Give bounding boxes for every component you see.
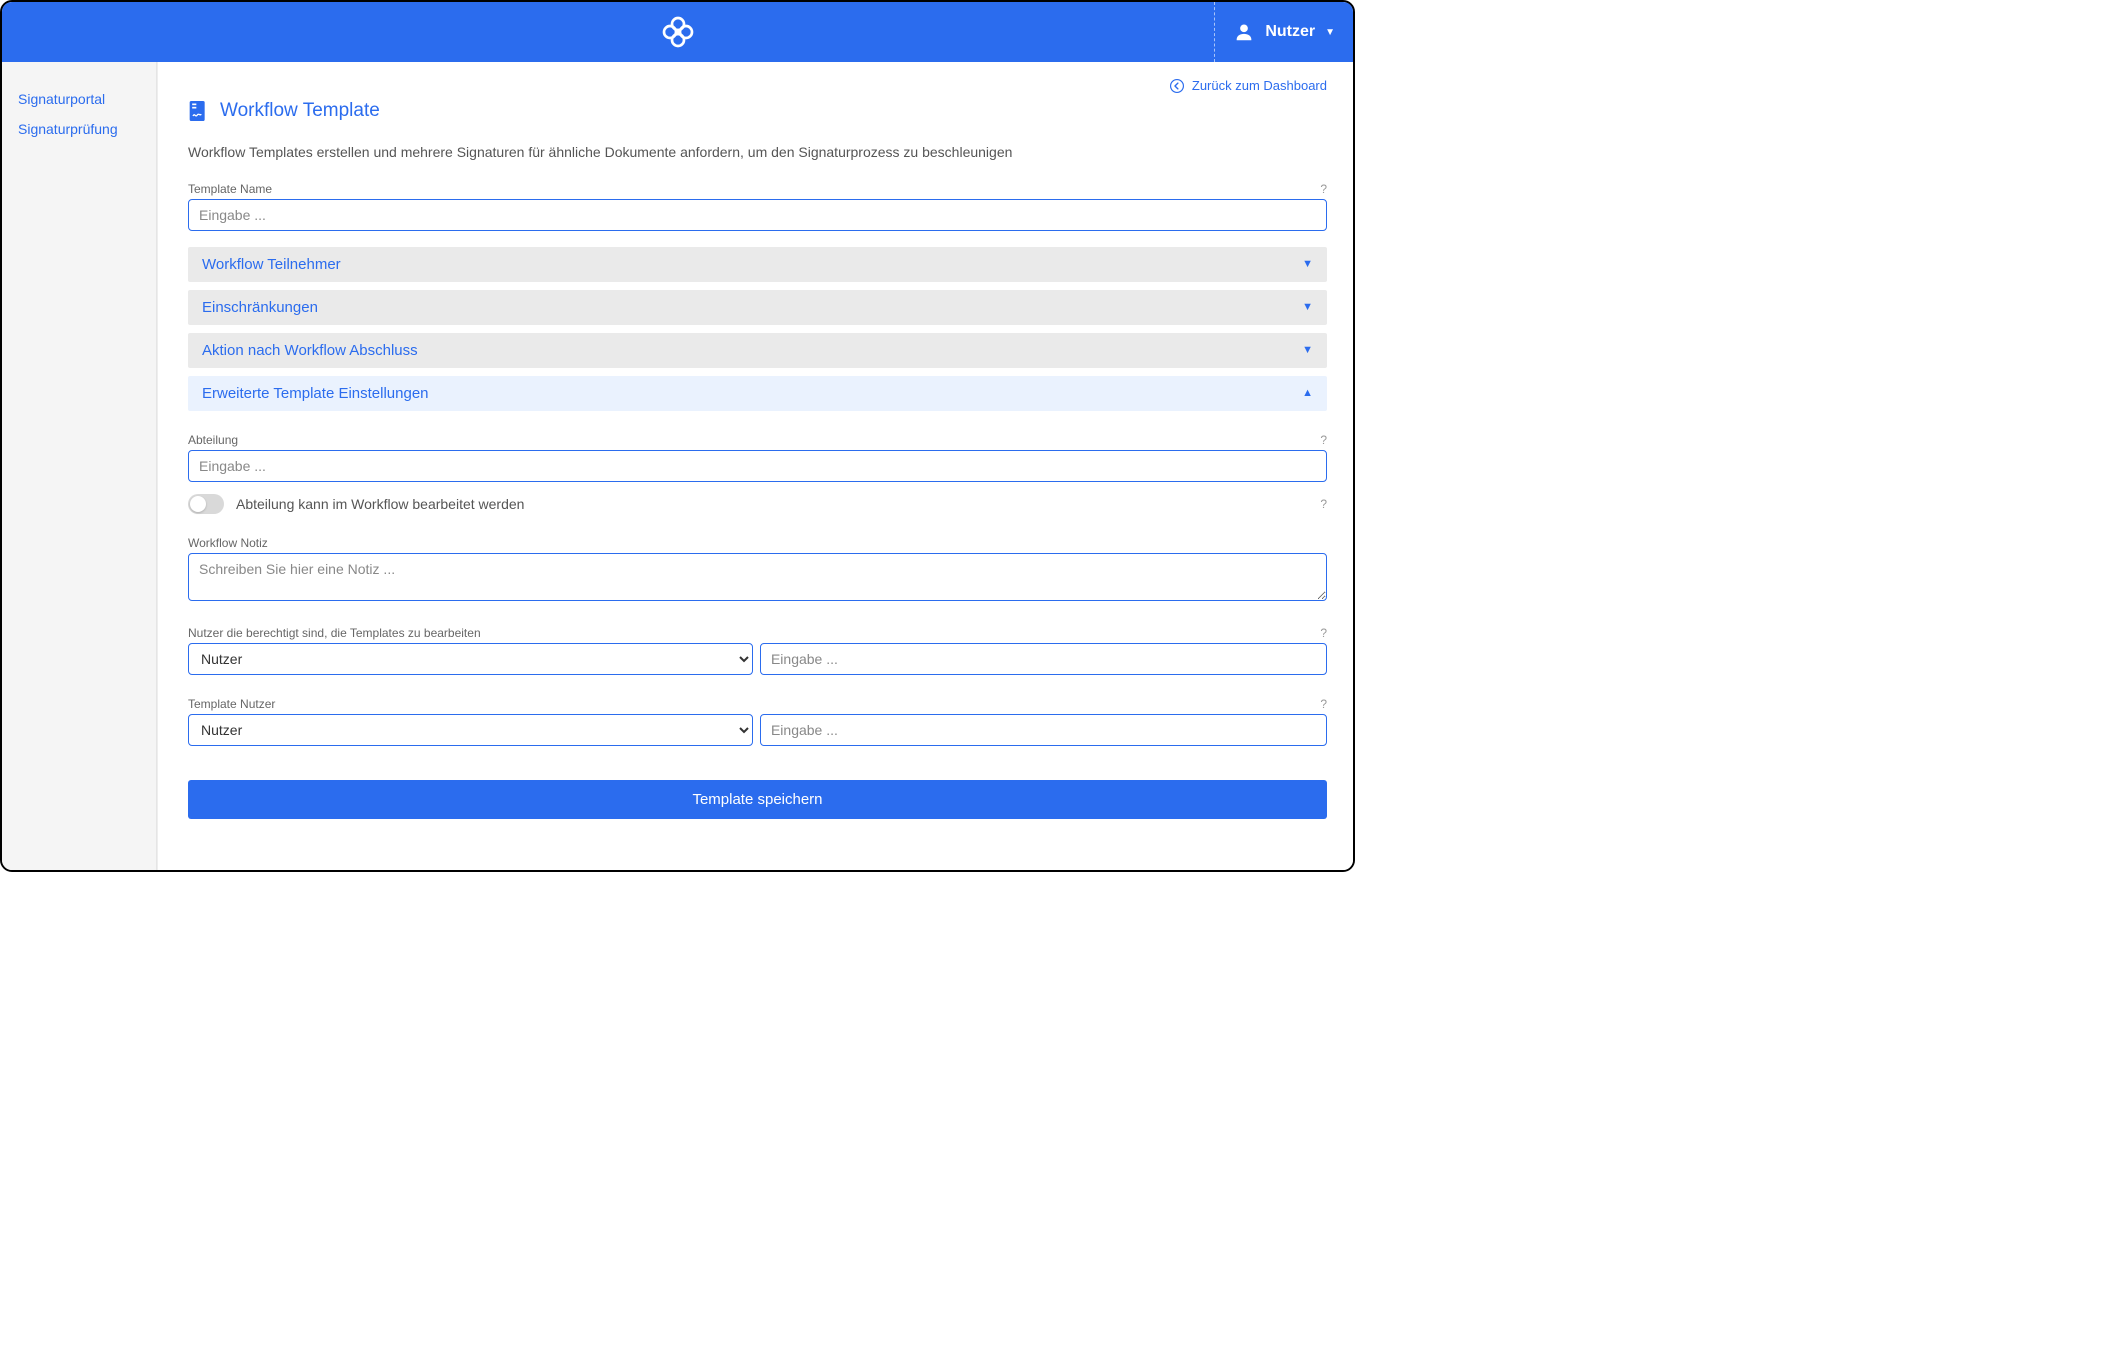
- chevron-down-icon: ▼: [1302, 344, 1313, 356]
- abteilung-editable-toggle[interactable]: [188, 494, 224, 514]
- accordion-title: Erweiterte Template Einstellungen: [202, 385, 429, 402]
- user-icon: [1233, 21, 1255, 43]
- sidebar-item-signaturportal[interactable]: Signaturportal: [2, 84, 156, 114]
- abteilung-toggle-help-icon[interactable]: ?: [1320, 497, 1327, 511]
- chevron-down-icon: ▼: [1325, 27, 1335, 38]
- accordion-title: Einschränkungen: [202, 299, 318, 316]
- accordion-advanced-settings[interactable]: Erweiterte Template Einstellungen ▲: [188, 376, 1327, 411]
- user-menu[interactable]: Nutzer ▼: [1214, 2, 1353, 62]
- top-bar: Nutzer ▼: [2, 2, 1353, 62]
- chevron-down-icon: ▼: [1302, 301, 1313, 313]
- template-users-select[interactable]: Nutzer: [188, 714, 753, 746]
- back-link-label: Zurück zum Dashboard: [1192, 78, 1327, 93]
- template-name-input[interactable]: [188, 199, 1327, 231]
- template-name-label: Template Name: [188, 182, 272, 196]
- sidebar-item-signaturpruefung[interactable]: Signaturprüfung: [2, 114, 156, 144]
- abteilung-input[interactable]: [188, 450, 1327, 482]
- abteilung-toggle-label: Abteilung kann im Workflow bearbeitet we…: [236, 496, 524, 512]
- permitted-users-select[interactable]: Nutzer: [188, 643, 753, 675]
- logo-icon: [662, 16, 694, 48]
- app-window: Nutzer ▼ Signaturportal Signaturprüfung …: [0, 0, 1355, 872]
- chevron-up-icon: ▲: [1302, 387, 1313, 399]
- back-to-dashboard-link[interactable]: Zurück zum Dashboard: [1170, 78, 1327, 93]
- template-users-label: Template Nutzer: [188, 697, 275, 711]
- accordion-restrictions[interactable]: Einschränkungen ▼: [188, 290, 1327, 325]
- sidebar: Signaturportal Signaturprüfung: [2, 62, 157, 870]
- user-menu-label: Nutzer: [1265, 23, 1315, 41]
- permitted-users-input[interactable]: [760, 643, 1327, 675]
- abteilung-help-icon[interactable]: ?: [1320, 433, 1327, 447]
- permitted-users-label: Nutzer die berechtigt sind, die Template…: [188, 626, 481, 640]
- abteilung-label: Abteilung: [188, 433, 238, 447]
- permitted-users-help-icon[interactable]: ?: [1320, 626, 1327, 640]
- main-scroll[interactable]: Zurück zum Dashboard Workflow Template W…: [157, 62, 1353, 870]
- main-content: Zurück zum Dashboard Workflow Template W…: [158, 62, 1353, 839]
- template-users-input[interactable]: [760, 714, 1327, 746]
- toggle-knob: [190, 496, 206, 512]
- accordion-title: Workflow Teilnehmer: [202, 256, 341, 273]
- chevron-down-icon: ▼: [1302, 258, 1313, 270]
- accordion-workflow-participants[interactable]: Workflow Teilnehmer ▼: [188, 247, 1327, 282]
- workflow-notiz-textarea[interactable]: [188, 553, 1327, 601]
- save-template-button[interactable]: Template speichern: [188, 780, 1327, 819]
- accordion-title: Aktion nach Workflow Abschluss: [202, 342, 418, 359]
- document-signature-icon: [188, 100, 208, 122]
- template-users-help-icon[interactable]: ?: [1320, 697, 1327, 711]
- app-logo: [662, 16, 694, 48]
- accordion-post-action[interactable]: Aktion nach Workflow Abschluss ▼: [188, 333, 1327, 368]
- accordion-group: Workflow Teilnehmer ▼ Einschränkungen ▼ …: [188, 247, 1327, 411]
- template-name-help-icon[interactable]: ?: [1320, 182, 1327, 196]
- page-title: Workflow Template: [220, 100, 380, 122]
- page-heading: Workflow Template: [188, 100, 1327, 122]
- page-subtitle: Workflow Templates erstellen und mehrere…: [188, 144, 1327, 160]
- workflow-notiz-label: Workflow Notiz: [188, 536, 268, 550]
- arrow-left-circle-icon: [1170, 79, 1184, 93]
